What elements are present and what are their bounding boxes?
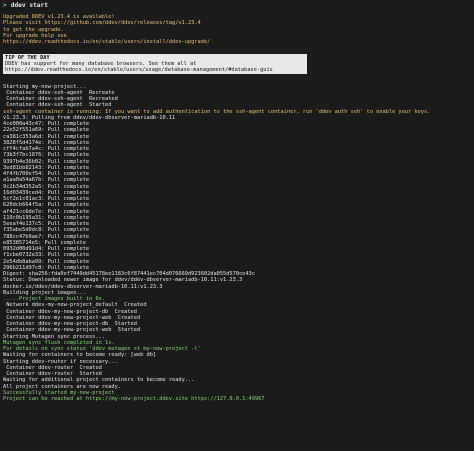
command-text: ddev start [10, 2, 48, 9]
project-url-line[interactable]: Project can be reached at https://my-new… [3, 396, 470, 402]
success-output: Successfully started my-new-project Proj… [3, 390, 470, 403]
prompt-symbol: > [3, 2, 7, 9]
command-prompt: > ddev start [3, 2, 470, 10]
terminal-window[interactable]: > ddev start Upgraded DDEV v1.23.4 is ava… [0, 0, 474, 451]
upgrade-notice: Upgraded DDEV v1.23.4 is available! Plea… [3, 14, 470, 45]
post-pull-output: Digest: sha256:fda0ef7449dd45178ee1183c6… [3, 271, 470, 296]
pull-layers: 4ce000a43c47: Pull complete 22e52f551a69… [3, 121, 470, 271]
tip-line: https://ddev.readthedocs.io/en/stable/us… [5, 67, 273, 73]
container-output: Network ddev-my-new-project_default Crea… [3, 302, 470, 340]
ssh-warning: ssh-agent container is running: If you w… [3, 108, 431, 115]
start-output: Starting my-new-project... Container dde… [3, 84, 470, 109]
mutagen-output: Mutagen sync flush completed in 1s. For … [3, 340, 470, 353]
tip-of-the-day: TIP OF THE DAY DDEV has support for many… [3, 53, 307, 75]
wait-output: Waiting for containers to become ready: … [3, 352, 470, 390]
